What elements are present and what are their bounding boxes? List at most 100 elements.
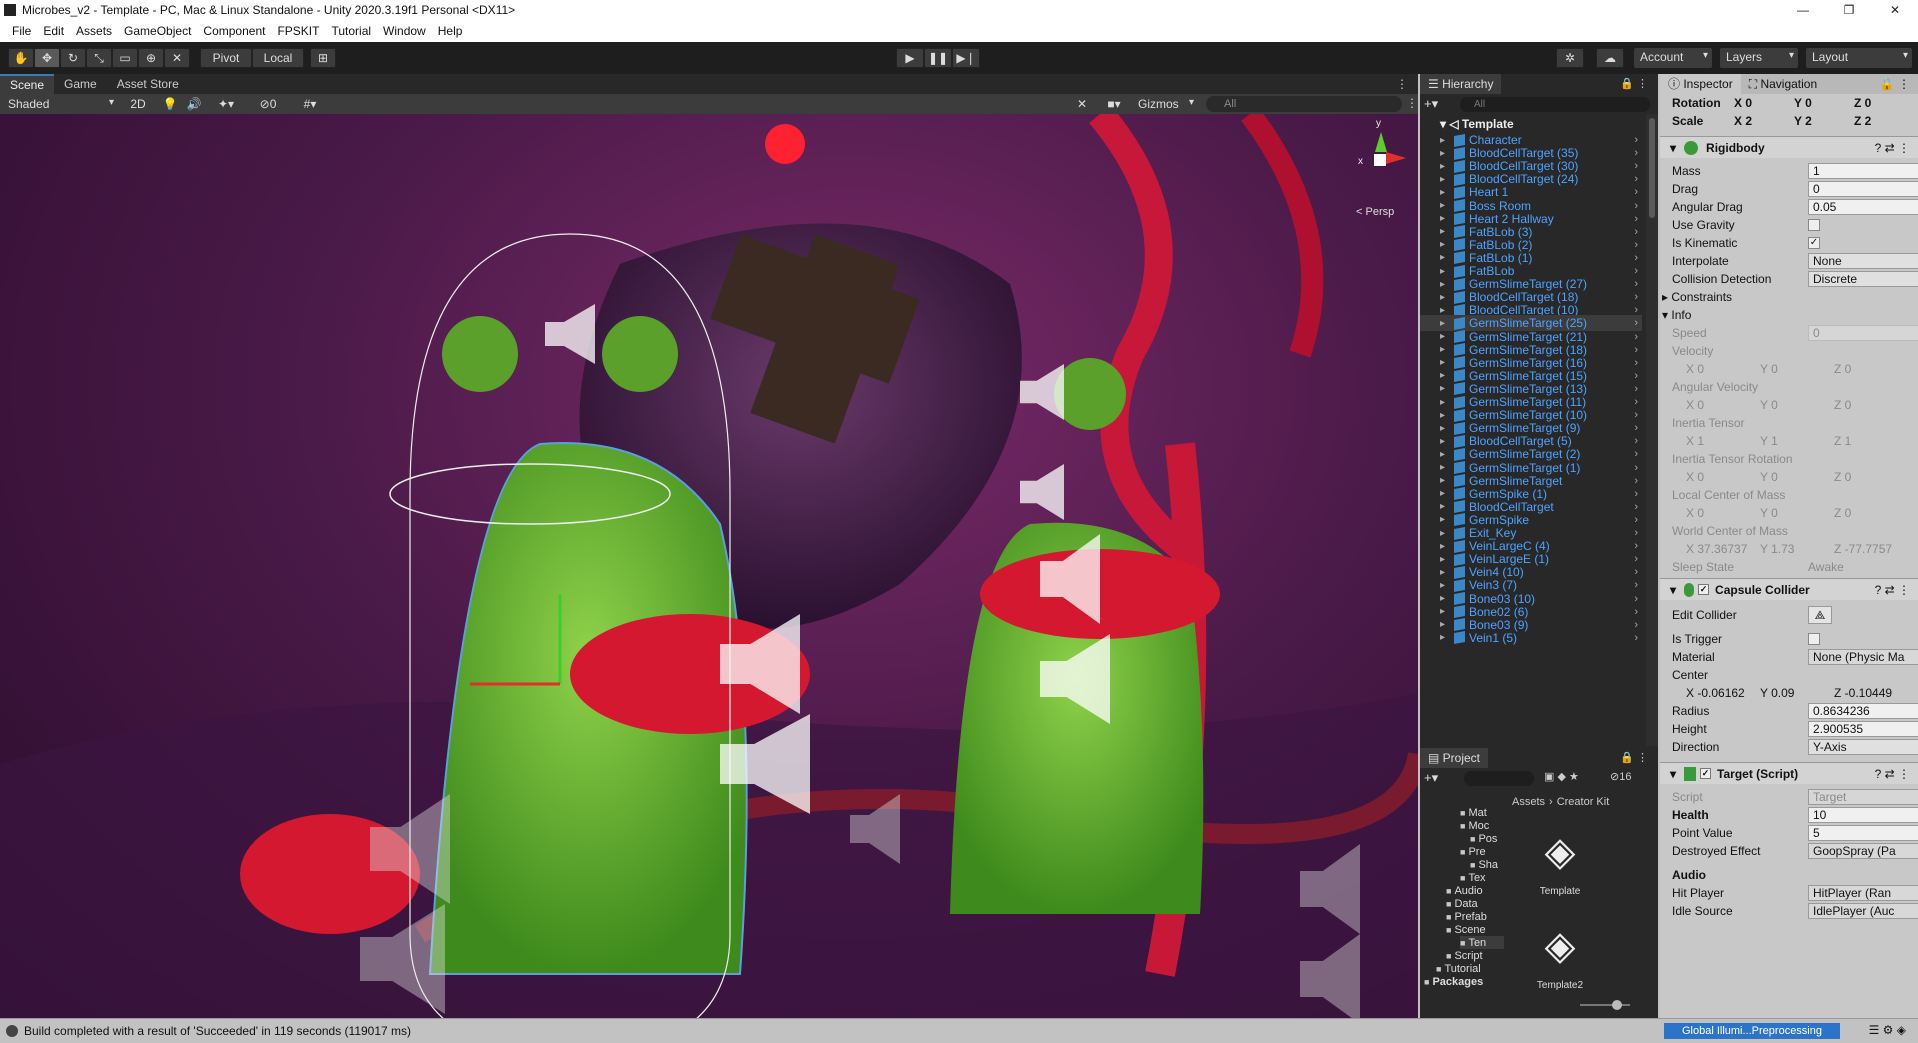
expand-arrow-icon[interactable]: ▸ <box>1440 593 1445 604</box>
rotation-z[interactable]: 0 <box>1865 96 1872 110</box>
expand-arrow-icon[interactable]: ▸ <box>1440 239 1445 250</box>
expand-arrow-icon[interactable]: ▸ <box>1440 410 1445 421</box>
is-kinematic-checkbox[interactable]: ✓ <box>1808 237 1820 249</box>
menu-assets[interactable]: Assets <box>70 24 118 38</box>
tab-scene[interactable]: Scene <box>0 74 55 94</box>
orientation-gizmo[interactable]: y x < Persp <box>1336 114 1416 224</box>
project-folder[interactable]: ■ Tex <box>1460 871 1504 884</box>
scene-menu-icon[interactable]: ⋮ <box>1406 96 1418 110</box>
hierarchy-item[interactable]: ▸ Vein1 (5) › <box>1420 630 1642 646</box>
expand-arrow-icon[interactable]: ▸ <box>1440 397 1445 408</box>
project-add-button[interactable]: +▾ <box>1424 770 1438 786</box>
minimize-icon[interactable]: — <box>1780 0 1826 20</box>
expand-arrow-icon[interactable]: ▸ <box>1440 174 1445 185</box>
expand-arrow-icon[interactable]: ▸ <box>1440 187 1445 198</box>
transform-tool-icon[interactable]: ⊕ <box>138 48 164 68</box>
breadcrumb-assets[interactable]: Assets <box>1512 796 1545 812</box>
scale-y[interactable]: 2 <box>1805 114 1812 128</box>
scale-z[interactable]: 2 <box>1865 114 1872 128</box>
rotate-tool-icon[interactable]: ↻ <box>60 48 86 68</box>
expand-arrow-icon[interactable]: ▸ <box>1440 370 1445 381</box>
prefab-open-icon[interactable]: › <box>1634 632 1638 644</box>
scale-x[interactable]: 2 <box>1745 114 1752 128</box>
menu-window[interactable]: Window <box>377 24 432 38</box>
move-tool-icon[interactable]: ✥ <box>34 48 60 68</box>
close-icon[interactable]: ✕ <box>1872 0 1918 20</box>
height-input[interactable]: 2.900535 <box>1808 721 1918 737</box>
health-input[interactable]: 10 <box>1808 807 1918 823</box>
scale-tool-icon[interactable]: ⤡ <box>86 48 112 68</box>
tab-navigation[interactable]: ⛶ Navigation <box>1741 77 1825 92</box>
camera-icon[interactable]: ■▾ <box>1100 95 1128 113</box>
project-folder[interactable]: ■ Script <box>1446 949 1504 962</box>
breadcrumb-creator-kit[interactable]: Creator Kit <box>1557 796 1610 812</box>
status-message[interactable]: Build completed with a result of 'Succee… <box>24 1024 411 1038</box>
account-dropdown[interactable]: Account <box>1634 48 1712 68</box>
material-field[interactable]: None (Physic Ma <box>1808 649 1918 665</box>
rotation-y[interactable]: 0 <box>1805 96 1812 110</box>
idle-source-field[interactable]: IdlePlayer (Auc <box>1808 903 1918 919</box>
expand-arrow-icon[interactable]: ▸ <box>1440 449 1445 460</box>
asset-template[interactable]: ◈ Template <box>1530 828 1590 908</box>
project-folder[interactable]: ■ Pos <box>1470 832 1504 845</box>
maximize-icon[interactable]: ❐ <box>1826 0 1872 20</box>
gizmo-y-cone[interactable] <box>1375 132 1387 152</box>
rotation-x[interactable]: 0 <box>1745 96 1752 110</box>
projection-toggle[interactable]: < Persp <box>1356 206 1394 218</box>
menu-fpskit[interactable]: FPSKIT <box>271 24 325 38</box>
more-options-icon[interactable]: ⋮ <box>1396 77 1408 91</box>
expand-arrow-icon[interactable]: ▸ <box>1440 305 1445 316</box>
component-menu-icon[interactable]: ? ⇄ ⋮ <box>1875 767 1910 781</box>
hierarchy-root-template[interactable]: ▾ ◁ Template <box>1440 116 1640 132</box>
expand-arrow-icon[interactable]: ▸ <box>1440 357 1445 368</box>
expand-arrow-icon[interactable]: ▸ <box>1440 528 1445 539</box>
pause-button[interactable]: ❚❚ <box>924 48 952 68</box>
tools-icon[interactable]: ✕ <box>1072 95 1092 113</box>
project-folder[interactable]: ■ Scene <box>1446 923 1504 936</box>
expand-arrow-icon[interactable]: ▸ <box>1440 135 1445 146</box>
project-filter-icons[interactable]: ▣ ◆ ★ <box>1544 770 1579 783</box>
project-folder[interactable]: ■ Prefab <box>1446 910 1504 923</box>
project-folder[interactable]: ■ Data <box>1446 897 1504 910</box>
tab-project[interactable]: ▤ Project <box>1420 748 1489 768</box>
capsule-enable-checkbox[interactable]: ✓ <box>1698 584 1710 595</box>
expand-arrow-icon[interactable]: ▸ <box>1440 632 1445 643</box>
center-x[interactable]: -0.06162 <box>1697 686 1744 700</box>
project-search-input[interactable] <box>1464 771 1534 786</box>
expand-arrow-icon[interactable]: ▸ <box>1440 488 1445 499</box>
expand-arrow-icon[interactable]: ▸ <box>1440 148 1445 159</box>
expand-arrow-icon[interactable]: ▸ <box>1440 213 1445 224</box>
expand-arrow-icon[interactable]: ▸ <box>1440 292 1445 303</box>
constraints-foldout[interactable]: ▸ Constraints <box>1662 288 1908 306</box>
project-folder[interactable]: ■ Moc <box>1460 819 1504 832</box>
scene-viewport[interactable]: y x < Persp <box>0 114 1418 1018</box>
center-y[interactable]: 0.09 <box>1771 686 1794 700</box>
expand-arrow-icon[interactable]: ▸ <box>1440 266 1445 277</box>
expand-arrow-icon[interactable]: ▸ <box>1440 279 1445 290</box>
rect-tool-icon[interactable]: ▭ <box>112 48 138 68</box>
expand-arrow-icon[interactable]: ▸ <box>1440 200 1445 211</box>
info-foldout[interactable]: ▾ Info <box>1662 306 1908 324</box>
use-gravity-checkbox[interactable] <box>1808 219 1820 231</box>
expand-arrow-icon[interactable]: ▸ <box>1440 344 1445 355</box>
hidden-objects-toggle[interactable]: ⊘ 0 <box>250 95 286 113</box>
expand-arrow-icon[interactable]: ▸ <box>1440 580 1445 591</box>
layout-dropdown[interactable]: Layout <box>1806 48 1912 68</box>
grid-snap-icon[interactable]: ⊞ <box>310 48 336 68</box>
inspector-lock-icon[interactable]: 🔒 ⋮ <box>1880 77 1910 91</box>
expand-arrow-icon[interactable]: ▸ <box>1440 161 1445 172</box>
expand-arrow-icon[interactable]: ▸ <box>1440 226 1445 237</box>
is-trigger-checkbox[interactable] <box>1808 633 1820 645</box>
expand-arrow-icon[interactable]: ▸ <box>1440 554 1445 565</box>
expand-arrow-icon[interactable]: ▸ <box>1440 462 1445 473</box>
expand-arrow-icon[interactable]: ▸ <box>1440 383 1445 394</box>
radius-input[interactable]: 0.8634236 <box>1808 703 1918 719</box>
capsule-collider-header[interactable]: ▾ ✓ Capsule Collider? ⇄ ⋮ <box>1660 578 1918 600</box>
drag-input[interactable]: 0 <box>1808 181 1918 197</box>
gizmo-cube[interactable] <box>1374 154 1386 166</box>
hierarchy-lock-icon[interactable]: 🔒 ⋮ <box>1620 77 1648 90</box>
scene-search-input[interactable]: All <box>1206 96 1402 112</box>
gizmo-x-cone[interactable] <box>1386 152 1406 164</box>
project-folder[interactable]: ■ Ten <box>1460 936 1504 949</box>
hierarchy-scrollbar[interactable] <box>1646 114 1658 746</box>
